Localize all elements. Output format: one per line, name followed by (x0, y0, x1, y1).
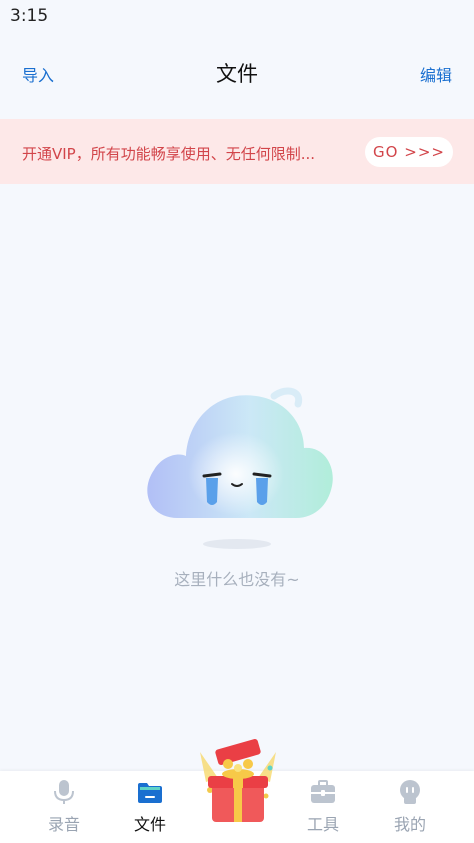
status-bar: 3:15 (0, 0, 474, 34)
profile-icon (400, 780, 420, 804)
header: 导入 文件 编辑 (0, 34, 474, 112)
tab-label: 我的 (393, 815, 426, 834)
vip-promo-text: 开通VIP，所有功能畅享使用、无任何限制... (22, 145, 316, 163)
tab-tools[interactable]: 工具 (283, 771, 363, 843)
tab-label: 录音 (47, 815, 80, 834)
tab-label: 文件 (133, 815, 166, 834)
toolbox-icon (311, 780, 335, 803)
folder-icon (138, 783, 162, 803)
page-title: 文件 (216, 62, 258, 86)
tab-label: 工具 (306, 815, 339, 834)
gift-box-icon[interactable] (192, 738, 284, 828)
tab-files[interactable]: 文件 (110, 771, 190, 843)
empty-state-text: 这里什么也没有~ (174, 570, 300, 589)
go-button[interactable]: GO >>> (365, 137, 453, 167)
microphone-icon (54, 780, 74, 804)
tab-recording[interactable]: 录音 (24, 771, 104, 843)
edit-button[interactable]: 编辑 (420, 62, 452, 86)
status-time: 3:15 (10, 6, 49, 26)
vip-banner[interactable]: 开通VIP，所有功能畅享使用、无任何限制... GO >>> (0, 119, 474, 184)
crying-cloud-icon (147, 387, 333, 549)
tab-profile[interactable]: 我的 (370, 771, 450, 843)
